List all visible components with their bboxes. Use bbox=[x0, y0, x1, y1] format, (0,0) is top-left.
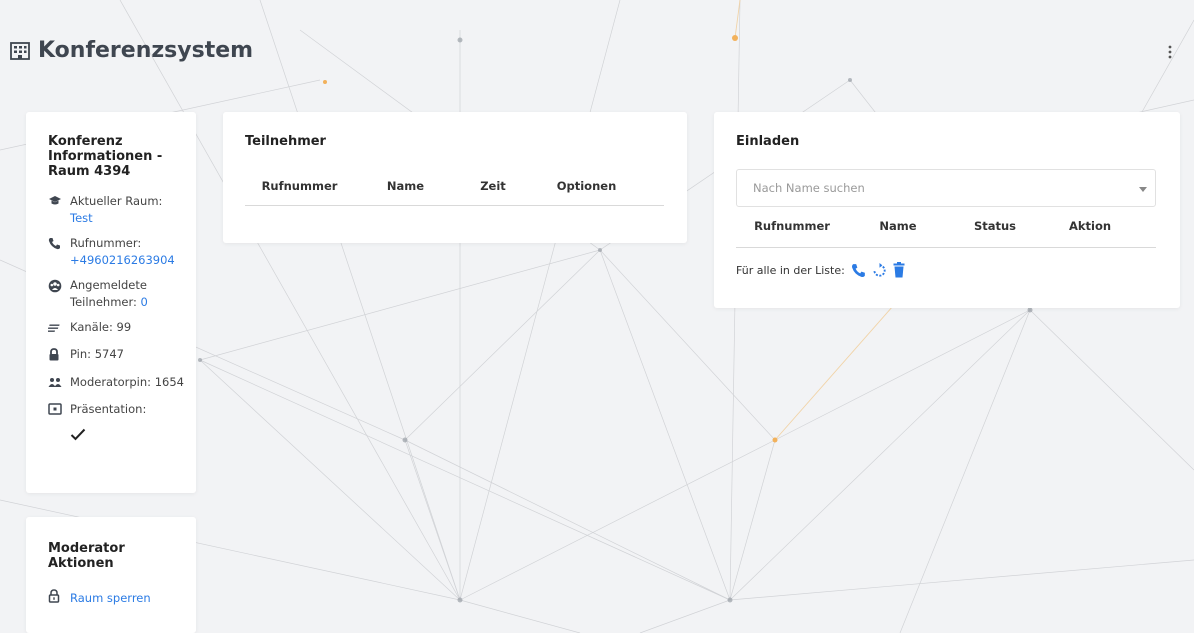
phone-icon[interactable] bbox=[851, 263, 866, 278]
invite-table-header: Rufnummer Name Status Aktion bbox=[736, 219, 1156, 248]
bulk-actions-label: Für alle in der Liste: bbox=[736, 263, 845, 277]
participants-title: Teilnehmer bbox=[245, 134, 326, 149]
lock-room-button[interactable]: Raum sperren bbox=[48, 589, 186, 606]
pin-row: Pin: 5747 bbox=[48, 346, 186, 366]
registered-label: Angemeldete Teilnehmer: bbox=[70, 278, 147, 309]
channels-text: Kanäle: 99 bbox=[70, 320, 132, 334]
moderator-actions-title: Moderator Aktionen bbox=[48, 541, 125, 571]
conference-info-title: Konferenz Informationen - Raum 4394 bbox=[48, 134, 163, 179]
moderator-pin-text: Moderatorpin: 1654 bbox=[70, 375, 184, 389]
bulk-actions-row: Für alle in der Liste: bbox=[736, 262, 1156, 278]
col-phone-number[interactable]: Rufnummer bbox=[736, 219, 848, 233]
participants-card: Teilnehmer Rufnummer Name Zeit Optionen bbox=[223, 112, 687, 243]
col-phone-number[interactable]: Rufnummer bbox=[245, 179, 354, 193]
list-icon bbox=[46, 319, 70, 338]
app-title-text: Konferenzsystem bbox=[38, 38, 254, 63]
participants-table-header: Rufnummer Name Zeit Optionen bbox=[245, 179, 664, 206]
phone-row: Rufnummer: +4960216263904 bbox=[48, 235, 186, 269]
presentation-label: Präsentation: bbox=[70, 402, 147, 416]
col-name[interactable]: Name bbox=[848, 219, 948, 233]
phone-value: +4960216263904 bbox=[70, 253, 175, 267]
lock-icon bbox=[48, 346, 70, 366]
chevron-down-icon[interactable] bbox=[1139, 181, 1147, 195]
search-input[interactable]: Nach Name suchen bbox=[736, 169, 1156, 207]
app-title: Konferenzsystem bbox=[10, 38, 253, 63]
conference-info-card: Konferenz Informationen - Raum 4394 Aktu… bbox=[26, 112, 196, 493]
check-icon bbox=[70, 426, 186, 445]
search-placeholder: Nach Name suchen bbox=[753, 181, 865, 195]
lock-room-label: Raum sperren bbox=[70, 590, 151, 605]
app-header: Konferenzsystem bbox=[0, 0, 1194, 100]
phone-icon bbox=[48, 235, 70, 255]
building-icon bbox=[10, 41, 30, 60]
users-circle-icon bbox=[48, 277, 70, 298]
vertical-dots-icon[interactable] bbox=[1168, 44, 1172, 63]
invite-title: Einladen bbox=[736, 134, 800, 149]
col-status[interactable]: Status bbox=[948, 219, 1042, 233]
col-action[interactable]: Aktion bbox=[1042, 219, 1138, 233]
current-room-row: Aktueller Raum: Test bbox=[48, 193, 186, 227]
current-room-value: Test bbox=[70, 211, 93, 225]
current-room-label: Aktueller Raum: bbox=[70, 194, 163, 208]
col-name[interactable]: Name bbox=[354, 179, 457, 193]
moderator-actions-card: Moderator Aktionen Raum sperren bbox=[26, 517, 196, 633]
graduation-cap-icon bbox=[48, 193, 70, 212]
presentation-icon bbox=[48, 401, 70, 420]
refresh-icon[interactable] bbox=[872, 262, 887, 278]
col-time[interactable]: Zeit bbox=[457, 179, 529, 193]
trash-icon[interactable] bbox=[893, 262, 905, 278]
registered-value: 0 bbox=[140, 295, 148, 309]
phone-label: Rufnummer: bbox=[70, 236, 142, 250]
col-options[interactable]: Optionen bbox=[529, 179, 644, 193]
moderator-pin-row: Moderatorpin: 1654 bbox=[48, 374, 186, 393]
channels-row: Kanäle: 99 bbox=[46, 319, 186, 338]
presentation-row: Präsentation: bbox=[48, 401, 186, 420]
pin-text: Pin: 5747 bbox=[70, 347, 124, 361]
invite-card: Einladen Nach Name suchen Rufnummer Name… bbox=[714, 112, 1180, 308]
registered-row: Angemeldete Teilnehmer: 0 bbox=[48, 277, 186, 311]
users-icon bbox=[48, 374, 70, 393]
unlock-icon bbox=[48, 589, 70, 606]
